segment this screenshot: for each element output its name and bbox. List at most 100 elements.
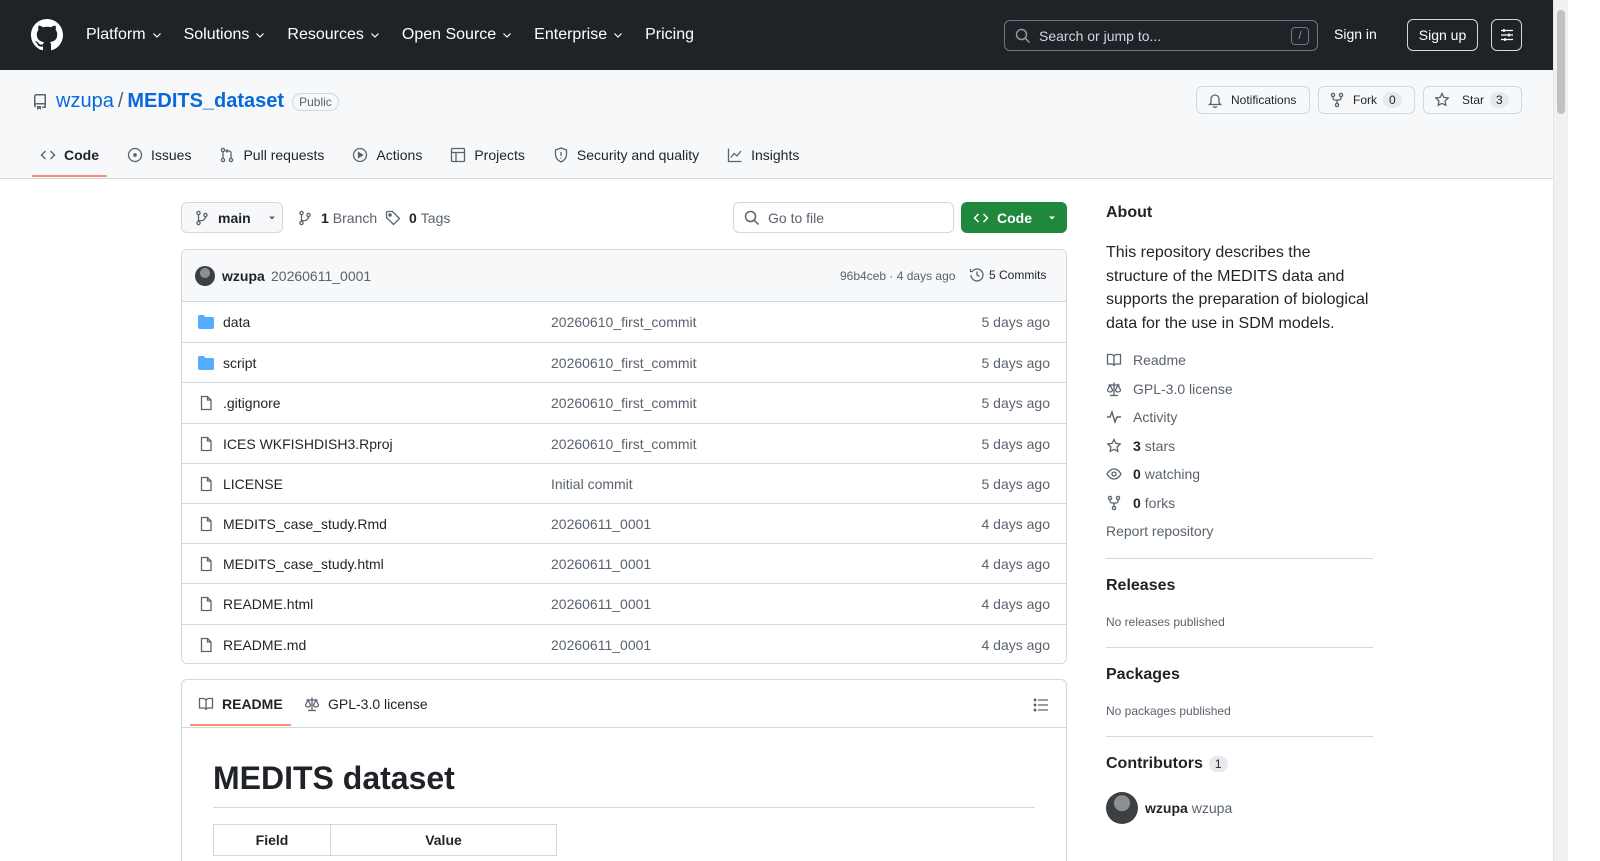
sidebar-divider — [1106, 736, 1373, 737]
file-commit-link[interactable]: 20260611_0001 — [551, 516, 651, 532]
star-button[interactable]: Star 3 — [1423, 86, 1522, 114]
avatar[interactable] — [195, 266, 215, 286]
triangle-down-icon — [1049, 216, 1055, 219]
file-commit-link[interactable]: 20260611_0001 — [551, 637, 651, 653]
code-dropdown-button[interactable]: Code — [961, 202, 1067, 233]
file-name-link[interactable]: MEDITS_case_study.Rmd — [223, 516, 387, 532]
tag-icon — [385, 210, 401, 226]
search-input[interactable]: Search or jump to... / — [1004, 20, 1318, 51]
table-row[interactable]: MEDITS_case_study.html 20260611_0001 4 day… — [182, 543, 1066, 583]
file-commit-link[interactable]: 20260610_first_commit — [551, 355, 697, 371]
license-link[interactable]: GPL-3.0 license — [1106, 381, 1233, 397]
file-name-link[interactable]: data — [223, 314, 250, 330]
readme-title: MEDITS dataset — [213, 760, 1035, 808]
file-commit-link[interactable]: 20260610_first_commit — [551, 436, 697, 452]
fork-button[interactable]: Fork 0 — [1318, 86, 1415, 114]
file-commit-link[interactable]: Initial commit — [551, 476, 633, 492]
file-name-link[interactable]: MEDITS_case_study.html — [223, 556, 384, 572]
go-to-file-input[interactable]: Go to file — [733, 202, 954, 233]
repo-name-link[interactable]: MEDITS_dataset — [127, 90, 284, 113]
avatar[interactable] — [1106, 792, 1138, 824]
table-row[interactable]: README.md 20260611_0001 4 days ago — [182, 623, 1066, 664]
nav-enterprise[interactable]: Enterprise — [534, 24, 624, 46]
search-icon — [1015, 28, 1031, 43]
file-icon — [200, 556, 212, 572]
pull-request-icon — [221, 147, 234, 163]
repo-owner-link[interactable]: wzupa — [56, 90, 114, 113]
sign-in-link[interactable]: Sign in — [1334, 26, 1377, 42]
file-date: 4 days ago — [981, 515, 1051, 532]
table-row[interactable]: LICENSE Initial commit 5 days ago — [182, 462, 1066, 503]
page-scrollbar[interactable] — [1553, 0, 1568, 861]
license-link-label: GPL-3.0 license — [1133, 381, 1233, 397]
nav-pricing[interactable]: Pricing — [645, 24, 694, 46]
tab-insights[interactable]: Insights — [719, 138, 807, 172]
activity-link-label: Activity — [1133, 409, 1178, 425]
github-logo-icon[interactable] — [31, 19, 63, 51]
branches-link[interactable]: 1 Branch — [297, 210, 377, 226]
file-commit-link[interactable]: 20260610_first_commit — [551, 395, 697, 411]
stars-link[interactable]: 3 stars — [1106, 438, 1175, 454]
activity-link[interactable]: Activity — [1106, 409, 1177, 425]
file-commit-link[interactable]: 20260611_0001 — [551, 556, 651, 572]
tab-readme[interactable]: README — [190, 696, 291, 726]
table-row[interactable]: .gitignore 20260610_first_commit 5 days ag… — [182, 382, 1066, 422]
sign-up-button[interactable]: Sign up — [1407, 19, 1478, 51]
nav-open-source[interactable]: Open Source — [402, 24, 513, 46]
readme-link[interactable]: Readme — [1106, 352, 1186, 368]
watchers-link[interactable]: 0 watching — [1106, 466, 1200, 482]
file-name-link[interactable]: README.html — [223, 596, 313, 612]
tab-projects[interactable]: Projects — [442, 138, 533, 172]
file-name-link[interactable]: .gitignore — [223, 395, 281, 411]
tab-security[interactable]: Security and quality — [545, 138, 707, 172]
notifications-button[interactable]: Notifications — [1196, 86, 1310, 114]
tab-label: Security and quality — [576, 147, 700, 163]
commits-history-link[interactable]: 5 Commits — [969, 267, 1046, 283]
settings-menu-button[interactable] — [1491, 19, 1522, 51]
commit-message-link[interactable]: 20260611_0001 — [271, 268, 371, 284]
folder-icon — [198, 356, 214, 371]
tab-code[interactable]: Code — [32, 138, 107, 177]
file-commit-link[interactable]: 20260611_0001 — [551, 596, 651, 612]
table-row[interactable]: data 20260610_first_commit 5 days ago — [182, 302, 1066, 342]
shield-icon — [554, 147, 568, 163]
contributors-count: 1 — [1208, 756, 1228, 772]
repo-title: wzupa / MEDITS_dataset Public — [32, 90, 339, 113]
file-name-link[interactable]: LICENSE — [223, 476, 283, 492]
contributor-link[interactable]: wzupa wzupa — [1145, 800, 1232, 816]
nav-platform[interactable]: Platform — [86, 24, 163, 46]
file-name-link[interactable]: README.md — [223, 637, 306, 653]
tab-label: Projects — [474, 147, 525, 163]
commit-hash-time[interactable]: 96b4ceb · 4 days ago — [840, 269, 955, 283]
contributors-title: Contributors — [1106, 755, 1203, 772]
tab-license[interactable]: GPL-3.0 license — [304, 696, 428, 712]
tags-link[interactable]: 0 Tags — [385, 210, 450, 226]
branch-select[interactable]: main — [181, 202, 283, 233]
commit-author-link[interactable]: wzupa — [222, 268, 265, 284]
contributors-heading[interactable]: Contributors 1 — [1106, 755, 1228, 773]
nav-resources[interactable]: Resources — [287, 24, 380, 46]
tab-label: Actions — [376, 147, 423, 163]
report-repository-link[interactable]: Report repository — [1106, 523, 1213, 539]
releases-heading[interactable]: Releases — [1106, 577, 1175, 595]
table-row[interactable]: MEDITS_case_study.Rmd 20260611_0001 4 days… — [182, 502, 1066, 543]
nav-solutions[interactable]: Solutions — [184, 24, 267, 46]
file-name-link[interactable]: script — [223, 355, 256, 371]
contributor-name: wzupa — [1191, 800, 1233, 816]
list-unordered-icon[interactable] — [1033, 697, 1049, 713]
file-commit-link[interactable]: 20260610_first_commit — [551, 314, 697, 330]
tab-actions[interactable]: Actions — [344, 138, 430, 172]
table-row[interactable]: README.html 20260611_0001 4 days ago — [182, 583, 1066, 623]
top-nav: Platform Solutions Resources Open Source… — [86, 24, 715, 46]
go-to-file-placeholder: Go to file — [768, 209, 825, 226]
code-button-label: Code — [997, 209, 1032, 226]
tab-issues[interactable]: Issues — [119, 138, 199, 172]
file-name-link[interactable]: ICES WKFISHDISH3.Rproj — [223, 436, 393, 452]
table-row[interactable]: ICES WKFISHDISH3.Rproj 20260610_first_com… — [182, 422, 1066, 463]
forks-link[interactable]: 0 forks — [1106, 495, 1175, 511]
scrollbar-thumb[interactable] — [1557, 10, 1565, 114]
tag-word: Tags — [420, 210, 451, 226]
table-row[interactable]: script 20260610_first_commit 5 days ago — [182, 342, 1066, 382]
tab-pull-requests[interactable]: Pull requests — [211, 138, 332, 172]
packages-heading[interactable]: Packages — [1106, 666, 1180, 684]
